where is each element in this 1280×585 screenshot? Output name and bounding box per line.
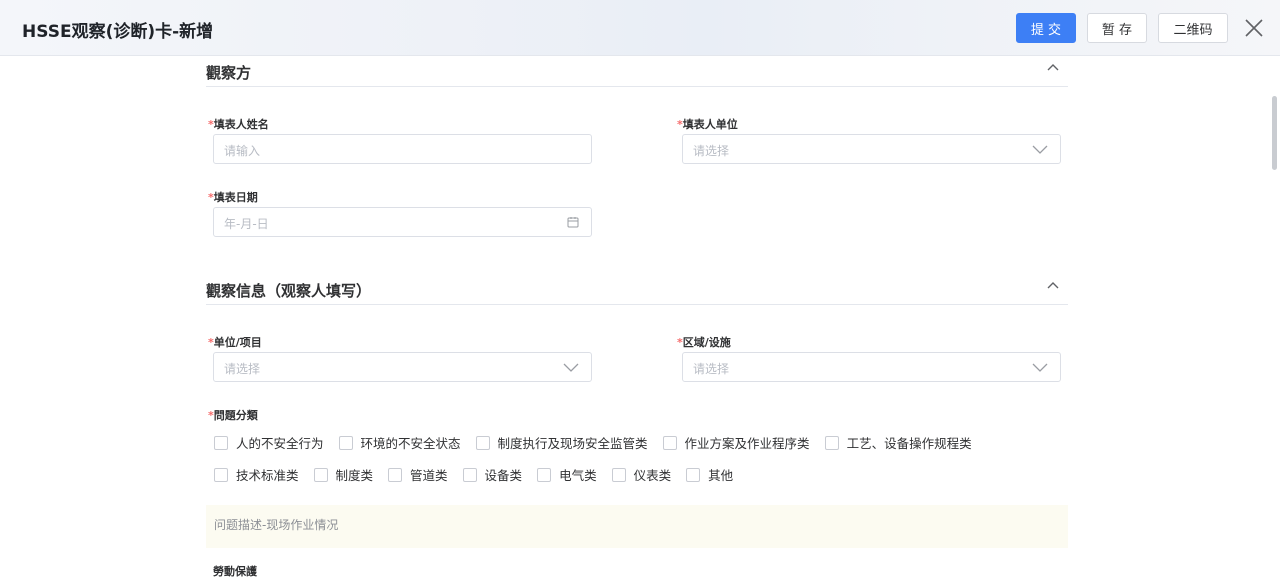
field-label-filler-date: *填表日期 xyxy=(208,189,258,205)
category-checkbox[interactable]: 制度类 xyxy=(313,465,374,484)
checkbox-box[interactable] xyxy=(686,467,701,482)
chevron-up-icon[interactable] xyxy=(1046,62,1060,72)
area-facility-select[interactable]: 请选择 xyxy=(682,352,1061,382)
filler-date-picker[interactable]: 年-月-日 xyxy=(213,207,592,237)
chevron-down-icon xyxy=(1032,363,1048,372)
checkbox-label: 人的不安全行为 xyxy=(236,436,324,451)
label-text: 問題分類 xyxy=(213,409,258,422)
category-checkbox[interactable]: 其他 xyxy=(686,465,733,484)
checkbox-label: 电气类 xyxy=(559,468,597,483)
checkbox-label: 工艺、设备操作规程类 xyxy=(846,436,972,451)
category-checkbox[interactable]: 电气类 xyxy=(537,465,597,484)
checkbox-box[interactable] xyxy=(462,467,477,482)
checkbox-box[interactable] xyxy=(611,467,626,482)
label-text: 填表人单位 xyxy=(682,118,738,131)
label-text: 填表日期 xyxy=(213,191,258,204)
page-title: HSSE观察(诊断)卡-新增 xyxy=(22,22,214,42)
filler-name-input[interactable]: 请输入 xyxy=(213,134,592,164)
checkbox-label: 其他 xyxy=(708,468,734,483)
field-label-filler-name: *填表人姓名 xyxy=(208,116,269,132)
section-divider xyxy=(206,86,1068,87)
chevron-up-icon[interactable] xyxy=(1046,280,1060,290)
checkbox-label: 设备类 xyxy=(484,468,523,483)
category-checkbox-row-1: 人的不安全行为 环境的不安全状态 制度执行及现场安全监管类 作业方案及作业程序类… xyxy=(214,433,987,452)
category-checkbox[interactable]: 环境的不安全状态 xyxy=(338,433,461,452)
field-label-filler-unit: *填表人单位 xyxy=(677,116,738,132)
checkbox-box[interactable] xyxy=(824,435,839,450)
category-checkbox[interactable]: 设备类 xyxy=(462,465,523,484)
problem-description-label: 问题描述-现场作业情况 xyxy=(214,518,339,532)
submit-button[interactable]: 提 交 xyxy=(1016,13,1076,43)
checkbox-box[interactable] xyxy=(214,467,228,482)
checkbox-label: 制度类 xyxy=(335,468,374,483)
unit-project-select[interactable]: 请选择 xyxy=(213,352,592,382)
section-title-observer: 觀察方 xyxy=(206,64,252,82)
category-checkbox[interactable]: 制度执行及现场安全监管类 xyxy=(475,433,648,452)
scrollbar-thumb[interactable] xyxy=(1272,96,1277,170)
filler-unit-select[interactable]: 请选择 xyxy=(682,134,1061,164)
checkbox-box[interactable] xyxy=(313,467,328,482)
field-label-area-facility: *区域/设施 xyxy=(677,334,731,350)
calendar-icon xyxy=(567,217,579,228)
category-checkbox[interactable]: 仪表类 xyxy=(611,465,672,484)
checkbox-label: 管道类 xyxy=(410,468,448,483)
section-title-info: 觀察信息（观察人填写） xyxy=(206,282,372,300)
category-checkbox[interactable]: 管道类 xyxy=(388,465,448,484)
placeholder-text: 请选择 xyxy=(693,362,730,376)
placeholder-text: 请选择 xyxy=(693,144,730,158)
field-label-unit-project: *单位/项目 xyxy=(208,334,262,350)
checkbox-label: 作业方案及作业程序类 xyxy=(684,436,810,451)
close-icon[interactable] xyxy=(1243,17,1265,39)
category-checkbox-row-2: 技术标准类 制度类 管道类 设备类 电气类 仪表类 其他 xyxy=(214,465,748,484)
category-checkbox[interactable]: 工艺、设备操作规程类 xyxy=(824,433,972,452)
checkbox-box[interactable] xyxy=(537,467,552,482)
page-header: HSSE观察(诊断)卡-新增 提 交 暂 存 二维码 xyxy=(0,0,1280,56)
problem-description-panel[interactable]: 问题描述-现场作业情况 xyxy=(206,505,1068,548)
category-checkbox[interactable]: 人的不安全行为 xyxy=(214,433,324,452)
checkbox-box[interactable] xyxy=(214,435,228,450)
category-checkbox[interactable]: 技术标准类 xyxy=(214,465,299,484)
qr-code-button[interactable]: 二维码 xyxy=(1158,13,1228,43)
checkbox-label: 技术标准类 xyxy=(236,468,299,483)
label-text: 单位/项目 xyxy=(213,336,262,349)
checkbox-box[interactable] xyxy=(388,467,403,482)
chevron-down-icon xyxy=(563,363,579,372)
checkbox-box[interactable] xyxy=(662,435,677,450)
label-text: 区域/设施 xyxy=(682,336,731,349)
labor-protection-label: 勞動保護 xyxy=(213,565,257,578)
placeholder-text: 请选择 xyxy=(224,362,261,376)
field-label-issue-category: *問題分類 xyxy=(208,407,258,423)
placeholder-text: 年-月-日 xyxy=(224,217,269,231)
section-divider xyxy=(206,304,1068,305)
checkbox-box[interactable] xyxy=(475,435,490,450)
checkbox-label: 仪表类 xyxy=(633,468,672,483)
category-checkbox[interactable]: 作业方案及作业程序类 xyxy=(662,433,810,452)
checkbox-label: 制度执行及现场安全监管类 xyxy=(497,436,648,451)
checkbox-box[interactable] xyxy=(338,435,353,450)
chevron-down-icon xyxy=(1032,145,1048,154)
checkbox-label: 环境的不安全状态 xyxy=(360,436,461,451)
label-text: 填表人姓名 xyxy=(213,118,269,131)
placeholder-text: 请输入 xyxy=(224,144,261,158)
save-draft-button[interactable]: 暂 存 xyxy=(1087,13,1147,43)
